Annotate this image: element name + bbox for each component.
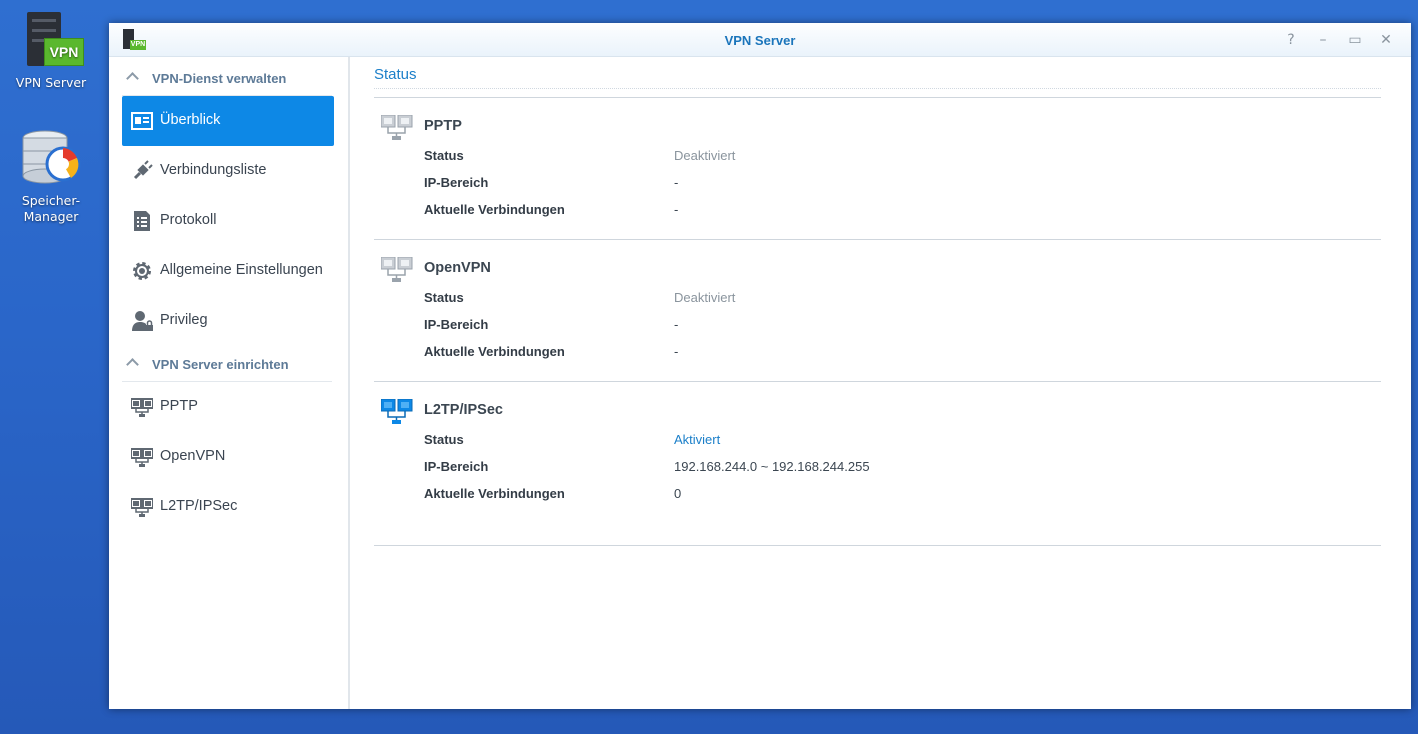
service-name: PPTP — [424, 118, 462, 134]
service-name: OpenVPN — [424, 260, 491, 276]
sidebar-item-general-settings[interactable]: Allgemeine Einstellungen — [122, 246, 334, 296]
chevron-up-icon — [126, 358, 139, 371]
network-icon — [130, 446, 154, 468]
network-inactive-icon — [380, 256, 413, 283]
ip-range-value: 192.168.244.0 ~ 192.168.244.255 — [674, 459, 870, 474]
gear-icon — [131, 260, 153, 282]
sidebar-item-l2tp-ipsec[interactable]: L2TP/IPSec — [122, 482, 334, 532]
row-label: Status — [424, 432, 464, 447]
row-label: IP-Bereich — [424, 317, 489, 332]
storage-manager-app-icon — [19, 126, 83, 190]
connections-value: 0 — [674, 486, 682, 501]
desktop-icon-storage-manager[interactable]: Speicher-Manager — [1, 126, 101, 225]
window-titlebar[interactable]: VPN VPN Server ? – ▭ ✕ — [109, 23, 1411, 57]
tab-divider — [374, 88, 1381, 89]
ip-range-value: - — [674, 317, 679, 332]
service-card-l2tp-ipsec: L2TP/IPSec Status Aktiviert IP-Bereich 1… — [374, 381, 1381, 524]
sidebar-section-manage[interactable]: VPN-Dienst verwalten — [122, 63, 332, 96]
chevron-up-icon — [126, 72, 139, 85]
connections-value: - — [674, 344, 679, 359]
card-divider — [374, 545, 1381, 546]
desktop-icon-label: VPN Server — [15, 75, 87, 90]
sidebar-item-label: L2TP/IPSec — [160, 498, 238, 514]
network-icon — [130, 496, 154, 518]
network-inactive-icon — [380, 114, 413, 141]
sidebar-section-setup[interactable]: VPN Server einrichten — [122, 349, 332, 382]
sidebar: VPN-Dienst verwalten Überblick Verbindun… — [109, 57, 350, 709]
row-label: Status — [424, 290, 464, 305]
minimize-icon[interactable]: – — [1313, 30, 1333, 50]
sidebar-item-label: Allgemeine Einstellungen — [160, 262, 323, 278]
row-label: Aktuelle Verbindungen — [424, 202, 565, 217]
row-label: Aktuelle Verbindungen — [424, 344, 565, 359]
sidebar-item-label: Protokoll — [160, 212, 217, 228]
row-label: IP-Bereich — [424, 459, 489, 474]
sidebar-item-pptp[interactable]: PPTP — [122, 382, 334, 432]
sidebar-item-overview[interactable]: Überblick — [122, 96, 334, 146]
vpn-server-app-icon: VPN — [19, 8, 84, 72]
help-icon[interactable]: ? — [1281, 30, 1301, 50]
sidebar-item-label: OpenVPN — [160, 448, 226, 464]
log-list-icon — [131, 210, 153, 232]
service-card-openvpn: OpenVPN Status Deaktiviert IP-Bereich - … — [374, 239, 1381, 382]
connections-value: - — [674, 202, 679, 217]
sidebar-item-privilege[interactable]: Privileg — [122, 296, 334, 346]
service-name: L2TP/IPSec — [424, 402, 503, 418]
plug-icon — [131, 160, 153, 182]
maximize-icon[interactable]: ▭ — [1345, 30, 1365, 50]
row-label: IP-Bereich — [424, 175, 489, 190]
sidebar-item-connection-list[interactable]: Verbindungsliste — [122, 146, 334, 196]
desktop-icon-label: Speicher-Manager — [21, 193, 81, 224]
ip-range-value: - — [674, 175, 679, 190]
sidebar-item-openvpn[interactable]: OpenVPN — [122, 432, 334, 482]
sidebar-item-log[interactable]: Protokoll — [122, 196, 334, 246]
close-icon[interactable]: ✕ — [1376, 30, 1396, 50]
desktop-icon-vpn-server[interactable]: VPN VPN Server — [1, 8, 101, 91]
window-title: VPN Server — [724, 33, 796, 48]
overview-card-icon — [131, 110, 153, 132]
network-icon — [130, 396, 154, 418]
service-card-pptp: PPTP Status Deaktiviert IP-Bereich - Akt… — [374, 97, 1381, 240]
tab-status[interactable]: Status — [374, 66, 417, 83]
main-content: Status PPTP Status Deaktiviert IP-Bereic… — [350, 57, 1411, 709]
sidebar-item-label: Überblick — [160, 112, 221, 128]
network-active-icon — [380, 398, 413, 425]
status-value: Deaktiviert — [674, 290, 736, 305]
status-value: Deaktiviert — [674, 148, 736, 163]
sidebar-item-label: PPTP — [160, 398, 198, 414]
sidebar-item-label: Privileg — [160, 312, 208, 328]
user-lock-icon — [131, 310, 153, 332]
row-label: Aktuelle Verbindungen — [424, 486, 565, 501]
sidebar-item-label: Verbindungsliste — [160, 162, 267, 178]
status-value: Aktiviert — [674, 432, 721, 447]
row-label: Status — [424, 148, 464, 163]
vpn-server-window: VPN VPN Server ? – ▭ ✕ VPN-Dienst verwal… — [109, 23, 1411, 709]
